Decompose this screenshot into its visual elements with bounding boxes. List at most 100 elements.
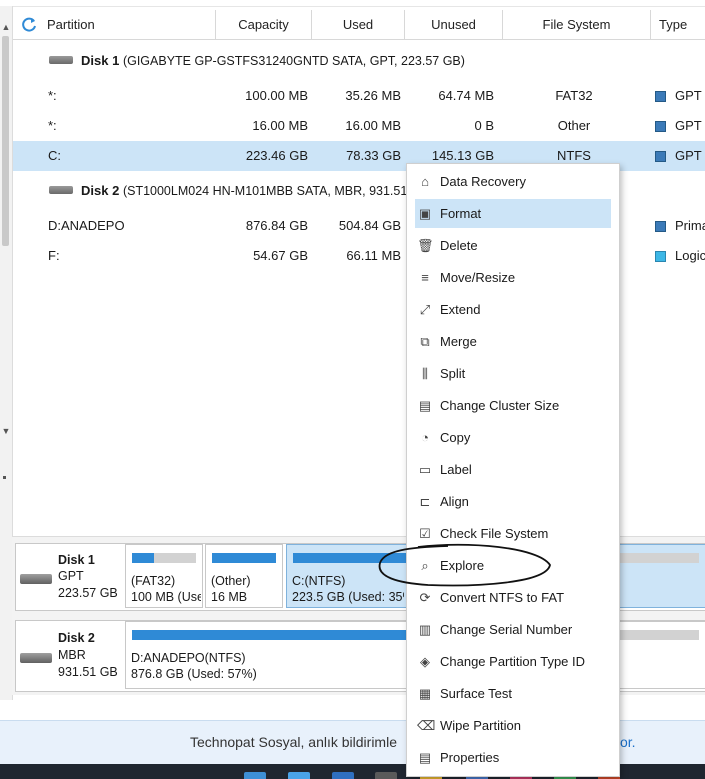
menu-item-data-recovery[interactable]: ⌂ Data Recovery [415,167,611,196]
map-disk2-size: 931.51 GB [58,665,118,679]
align-icon: ⊏ [419,494,431,509]
table-row[interactable]: *: 16.00 MB 16.00 MB 0 B Other GPT ( [13,111,705,141]
taskbar-app-icon[interactable] [288,772,310,779]
scroll-down-arrow-icon[interactable]: ▼ [0,426,12,436]
menu-item-label: Align [440,494,469,509]
menu-item-change-partition-type-id[interactable]: ◈ Change Partition Type ID [415,647,611,676]
cell-used: 504.84 GB [338,218,401,233]
cell-type: Prima [655,211,705,241]
menu-item-move-resize[interactable]: ≡ Move/Resize [415,263,611,292]
taskbar-app-icon[interactable] [332,772,354,779]
menu-item-label: Data Recovery [440,174,526,189]
usage-fill [132,553,155,563]
menu-item-label: Change Cluster Size [440,398,560,413]
col-file-system[interactable]: File System [502,10,650,39]
menu-item-change-cluster-size[interactable]: ▤ Change Cluster Size [415,391,611,420]
menu-item-label: Extend [440,302,481,317]
menu-item-label: Wipe Partition [440,718,521,733]
cell-used: 16.00 MB [345,118,401,133]
menu-item-split[interactable]: ⫼ Split [415,359,611,388]
hard-disk-icon [49,186,73,194]
menu-item-label: Change Partition Type ID [440,654,586,669]
menu-item-label: Label [440,462,472,477]
barcode-icon: ▥ [418,622,432,637]
menu-item-format[interactable]: ▣ Format [415,199,611,228]
cell-capacity: 223.46 GB [245,148,308,163]
window-top-edge [0,0,705,7]
scroll-up-arrow-icon[interactable]: ▲ [0,22,12,32]
partition-table-header: Partition Capacity Used Unused File Syst… [13,10,705,40]
partition-type-icon [655,91,666,103]
scroll-thumb[interactable] [2,36,9,246]
menu-item-copy[interactable]: ◔ Copy [415,423,611,452]
menu-item-label: Properties [440,750,500,765]
menu-item-wipe-partition[interactable]: ⌫ Wipe Partition [415,711,611,740]
cluster-size-icon: ▤ [418,398,432,413]
menu-item-properties[interactable]: ▤ Properties [415,743,611,772]
map-disk2-name: Disk 2 [58,631,95,645]
cell-partition: D:ANADEPO [48,218,125,233]
cell-partition: F: [48,248,60,263]
scroll-marker [3,476,6,479]
cell-used: 66.11 MB [346,248,401,263]
taskbar-app-icon[interactable] [244,772,266,779]
disk2-title: Disk 2 (ST1000LM024 HN-M101MBB SATA, MBR… [81,183,408,198]
hard-disk-icon [49,56,73,64]
col-used[interactable]: Used [311,10,404,39]
cell-type: Logic [655,241,705,271]
usage-fill [212,553,276,563]
partition-type-icon [655,121,666,133]
hard-disk-icon [20,574,52,584]
cell-capacity: 876.84 GB [245,218,308,233]
cell-unused: 64.74 MB [438,88,494,103]
usage-bar [212,553,276,563]
col-unused[interactable]: Unused [404,10,502,39]
disk1-row[interactable]: Disk 1 (GIGABYTE GP-GSTFS31240GNTD SATA,… [13,46,705,76]
taskbar-app-icon[interactable] [375,772,397,779]
partition-label: (Other) 16 MB [211,574,251,604]
menu-item-merge[interactable]: ⧉ Merge [415,327,611,356]
cell-capacity: 100.00 MB [245,88,308,103]
partition-type-icon [655,151,666,163]
map-partition-other[interactable]: (Other) 16 MB [205,544,283,608]
disk1-title: Disk 1 (GIGABYTE GP-GSTFS31240GNTD SATA,… [81,53,465,68]
surface-test-icon: ▦ [418,686,432,701]
cell-type: GPT ( [655,81,705,111]
format-icon: ▣ [418,206,432,221]
menu-item-label: Delete [440,238,478,253]
menu-item-label: Copy [440,430,471,445]
menu-item-change-serial-number[interactable]: ▥ Change Serial Number [415,615,611,644]
refresh-icon[interactable] [20,16,38,34]
menu-item-extend[interactable]: ⤢ Extend [415,295,611,324]
col-partition[interactable]: Partition [39,10,215,39]
partition-type-icon [655,221,666,233]
cell-capacity: 16.00 MB [252,118,308,133]
cell-used: 35.26 MB [345,88,401,103]
menu-item-label: Surface Test [440,686,513,701]
check-fs-icon: ☑ [419,526,431,541]
data-recovery-icon: ⌂ [421,174,429,189]
hand-drawn-circle-annotation [378,543,551,587]
map-disk1-style: GPT [58,569,84,583]
menu-item-label: Change Serial Number [440,622,573,637]
menu-item-delete[interactable]: 🗑 Delete [415,231,611,260]
cell-partition: *: [48,88,57,103]
cell-used: 78.33 GB [346,148,401,163]
notification-link[interactable]: or. [620,734,636,750]
partition-label: (FAT32) 100 MB (Use [131,574,201,604]
col-capacity[interactable]: Capacity [215,10,311,39]
menu-item-label: Split [440,366,466,381]
partition-label: D:ANADEPO(NTFS) 876.8 GB (Used: 57%) [131,651,257,681]
map-partition-fat32[interactable]: (FAT32) 100 MB (Use [125,544,203,608]
move-resize-icon: ≡ [421,270,429,285]
copy-icon: ◔ [421,430,429,445]
menu-item-surface-test[interactable]: ▦ Surface Test [415,679,611,708]
cell-partition: *: [48,118,57,133]
properties-icon: ▤ [418,750,432,765]
cell-partition: C: [48,148,61,163]
partition-type-icon [655,251,666,263]
menu-item-align[interactable]: ⊏ Align [415,487,611,516]
table-row[interactable]: *: 100.00 MB 35.26 MB 64.74 MB FAT32 GPT… [13,81,705,111]
menu-item-label[interactable]: ▭ Label [415,455,611,484]
col-type[interactable]: Type [650,10,705,39]
